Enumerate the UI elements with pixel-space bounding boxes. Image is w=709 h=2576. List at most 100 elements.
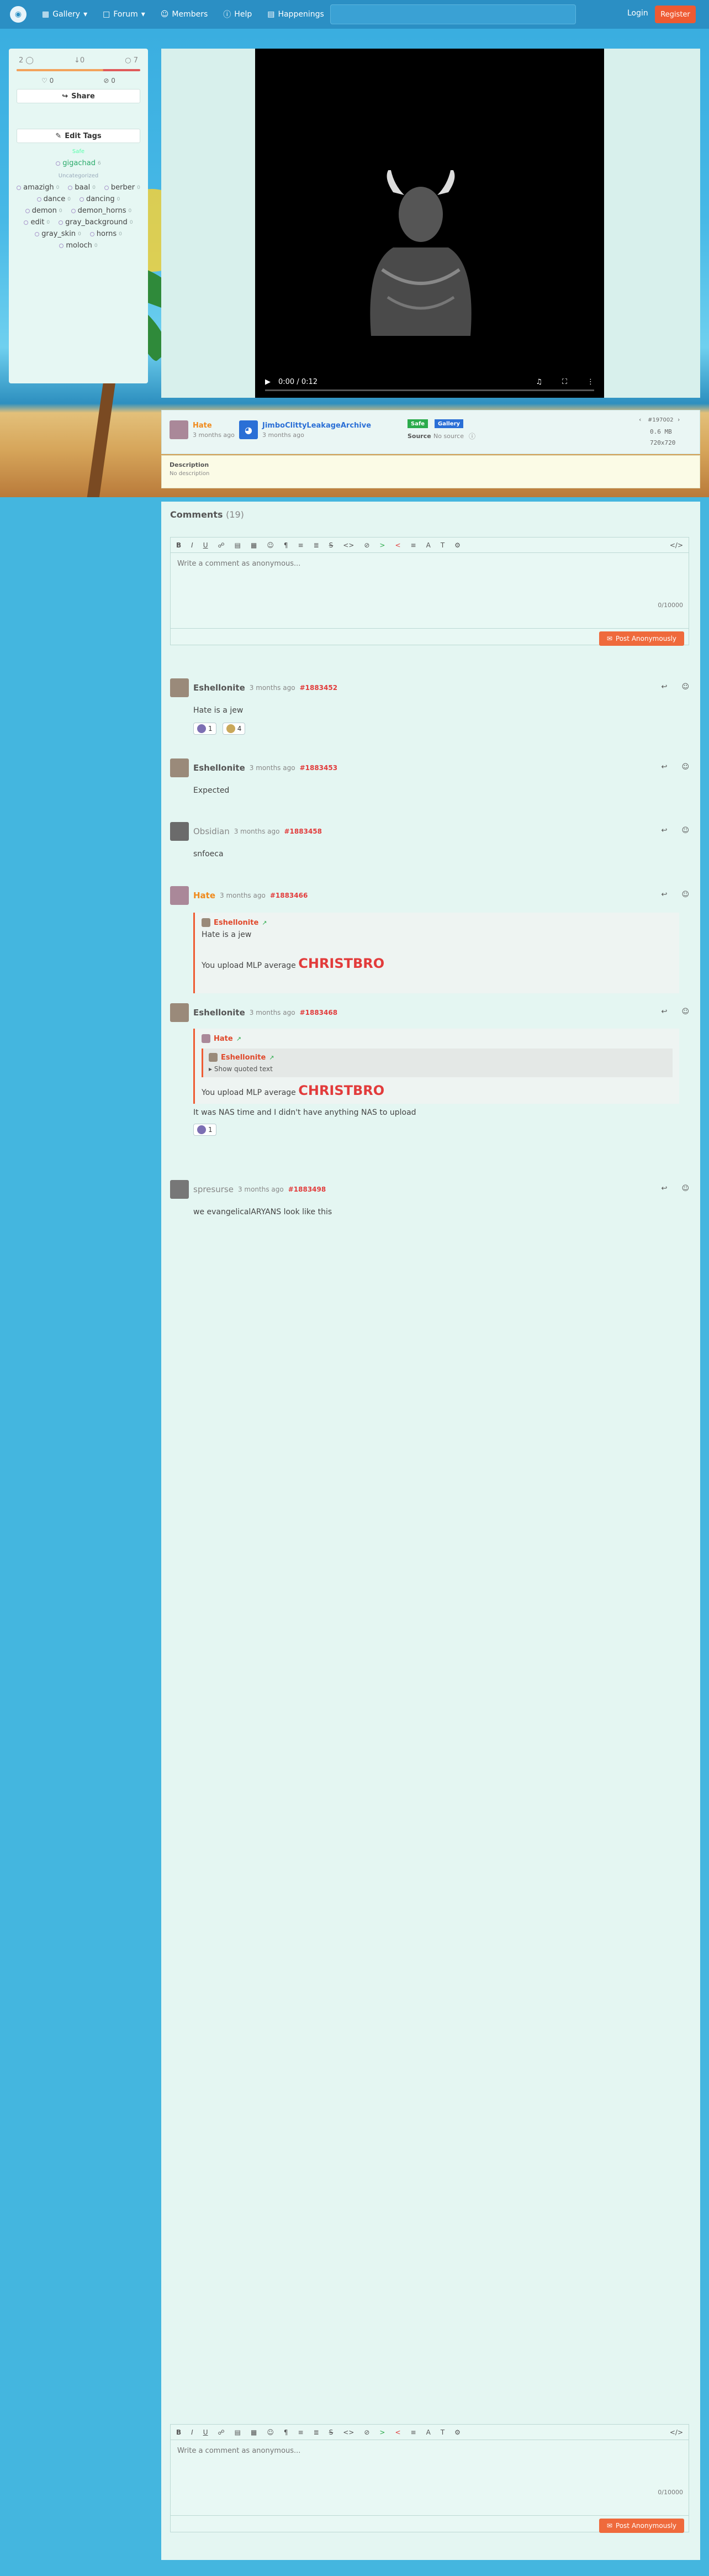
font-size-icon[interactable]: T: [441, 2429, 445, 2436]
heading-icon[interactable]: ¶: [284, 2429, 288, 2436]
link-icon[interactable]: ☍: [218, 2429, 225, 2436]
source-mode-icon[interactable]: </>: [670, 2429, 683, 2436]
image-icon[interactable]: ▤: [235, 2429, 241, 2436]
tag-gray-skin[interactable]: gray_skin 0: [35, 230, 81, 238]
strikethrough-icon[interactable]: S: [329, 541, 334, 549]
spoiler-icon[interactable]: ⊘: [364, 2429, 369, 2436]
avatar[interactable]: [170, 758, 189, 777]
react-icon[interactable]: ☺: [681, 1184, 689, 1193]
settings-icon[interactable]: ⚙: [454, 541, 461, 549]
tag-demon-horns[interactable]: demon_horns 0: [71, 207, 131, 215]
list-icon[interactable]: ≡: [298, 2429, 304, 2436]
tag-dancing[interactable]: dancing 0: [79, 195, 120, 203]
color-icon[interactable]: A: [426, 541, 431, 549]
tag-berber[interactable]: berber 0: [104, 183, 140, 192]
italic-icon[interactable]: I: [191, 2429, 193, 2436]
uploader-name[interactable]: Hate: [193, 422, 212, 430]
nav-happenings[interactable]: ▤ Happenings: [267, 10, 324, 19]
share-button[interactable]: ↪ Share: [17, 89, 140, 103]
archive-name[interactable]: JimboClittyLeakageArchive: [262, 422, 371, 430]
post-anonymously-button[interactable]: ✉ Post Anonymously: [599, 2519, 684, 2533]
reply-icon[interactable]: ↩: [662, 683, 668, 691]
play-icon[interactable]: ▶: [265, 378, 271, 386]
video-progress[interactable]: [265, 389, 594, 391]
avatar[interactable]: [170, 678, 189, 697]
list-icon[interactable]: ≡: [298, 541, 304, 549]
search-input[interactable]: [330, 4, 576, 24]
archive-avatar[interactable]: ◕: [239, 420, 258, 439]
hide-button[interactable]: ⊘ 0: [103, 77, 115, 85]
volume-icon[interactable]: ♫: [536, 378, 542, 386]
tag-edit[interactable]: edit 0: [24, 218, 50, 226]
avatar[interactable]: [170, 822, 189, 841]
react-icon[interactable]: ☺: [681, 891, 689, 899]
show-quoted-toggle[interactable]: ▸ Show quoted text: [209, 1065, 667, 1073]
redtext-icon[interactable]: <: [395, 2429, 400, 2436]
jump-to-quote-icon[interactable]: ↗: [269, 1054, 274, 1061]
react-icon[interactable]: ☺: [681, 1008, 689, 1016]
tag-gigachad[interactable]: gigachad 6: [56, 159, 101, 167]
heading-icon[interactable]: ¶: [284, 541, 288, 549]
source-mode-icon[interactable]: </>: [670, 541, 683, 549]
tag-dance[interactable]: dance 0: [36, 195, 71, 203]
reaction-badge[interactable]: 4: [222, 723, 246, 735]
tag-horns[interactable]: horns 0: [89, 230, 122, 238]
reply-icon[interactable]: ↩: [662, 891, 668, 899]
video-player[interactable]: ▶ 0:00 / 0:12 ♫ ⛶ ⋮: [255, 49, 604, 398]
tag-moloch[interactable]: moloch 0: [59, 241, 98, 250]
uploader-avatar[interactable]: [170, 420, 188, 439]
edit-tags-button[interactable]: ✎ Edit Tags: [17, 129, 140, 143]
fullscreen-icon[interactable]: ⛶: [562, 378, 567, 386]
code-icon[interactable]: <>: [343, 541, 354, 549]
ordered-list-icon[interactable]: ≣: [314, 541, 319, 549]
italic-icon[interactable]: I: [191, 541, 193, 549]
reply-icon[interactable]: ↩: [662, 1184, 668, 1193]
reaction-badge[interactable]: 1: [193, 723, 216, 735]
code-icon[interactable]: <>: [343, 2429, 354, 2436]
fave-button[interactable]: ♡ 0: [41, 77, 54, 85]
login-link[interactable]: Login: [627, 9, 648, 18]
react-icon[interactable]: ☺: [681, 683, 689, 691]
gallery-embed-icon[interactable]: ▦: [251, 2429, 257, 2436]
site-logo-icon[interactable]: ◉: [10, 6, 27, 23]
tag-gray-background[interactable]: gray_background 0: [59, 218, 133, 226]
nav-members[interactable]: ☺ Members: [161, 10, 208, 19]
redtext-icon[interactable]: <: [395, 541, 400, 549]
avatar[interactable]: [170, 886, 189, 905]
reply-icon[interactable]: ↩: [662, 763, 668, 771]
bold-icon[interactable]: B: [176, 541, 181, 549]
post-anonymously-button[interactable]: ✉ Post Anonymously: [599, 631, 684, 646]
strikethrough-icon[interactable]: S: [329, 2429, 334, 2436]
reaction-badge[interactable]: 1: [193, 1124, 216, 1136]
settings-icon[interactable]: ⚙: [454, 2429, 461, 2436]
react-icon[interactable]: ☺: [681, 826, 689, 835]
comment-input-top[interactable]: [171, 553, 689, 626]
gallery-embed-icon[interactable]: ▦: [251, 541, 257, 549]
emoji-icon[interactable]: ☺: [267, 2429, 274, 2436]
edit-source-icon[interactable]: ⓘ: [469, 431, 475, 441]
jump-to-quote-icon[interactable]: ↗: [262, 919, 267, 926]
greentext-icon[interactable]: >: [379, 541, 385, 549]
align-icon[interactable]: ≡: [411, 2429, 416, 2436]
image-icon[interactable]: ▤: [235, 541, 241, 549]
underline-icon[interactable]: U: [203, 541, 208, 549]
greentext-icon[interactable]: >: [379, 2429, 385, 2436]
prev-image-icon[interactable]: ‹: [639, 416, 641, 423]
react-icon[interactable]: ☺: [681, 763, 689, 771]
comments-value[interactable]: ○ 7: [125, 56, 138, 65]
align-icon[interactable]: ≡: [411, 541, 416, 549]
avatar[interactable]: [170, 1180, 189, 1199]
jump-to-quote-icon[interactable]: ↗: [236, 1035, 241, 1042]
ordered-list-icon[interactable]: ≣: [314, 2429, 319, 2436]
badge-safe[interactable]: Safe: [408, 419, 428, 428]
nav-help[interactable]: ⓘ Help: [223, 9, 252, 20]
downvote-value[interactable]: ↓0: [74, 56, 84, 65]
spoiler-icon[interactable]: ⊘: [364, 541, 369, 549]
tag-baal[interactable]: baal 0: [68, 183, 96, 192]
font-size-icon[interactable]: T: [441, 541, 445, 549]
nav-forum[interactable]: □ Forum ▾: [103, 10, 145, 19]
more-options-icon[interactable]: ⋮: [587, 378, 594, 386]
emoji-icon[interactable]: ☺: [267, 541, 274, 549]
tag-demon[interactable]: demon 0: [25, 207, 62, 215]
badge-gallery[interactable]: Gallery: [435, 419, 464, 428]
